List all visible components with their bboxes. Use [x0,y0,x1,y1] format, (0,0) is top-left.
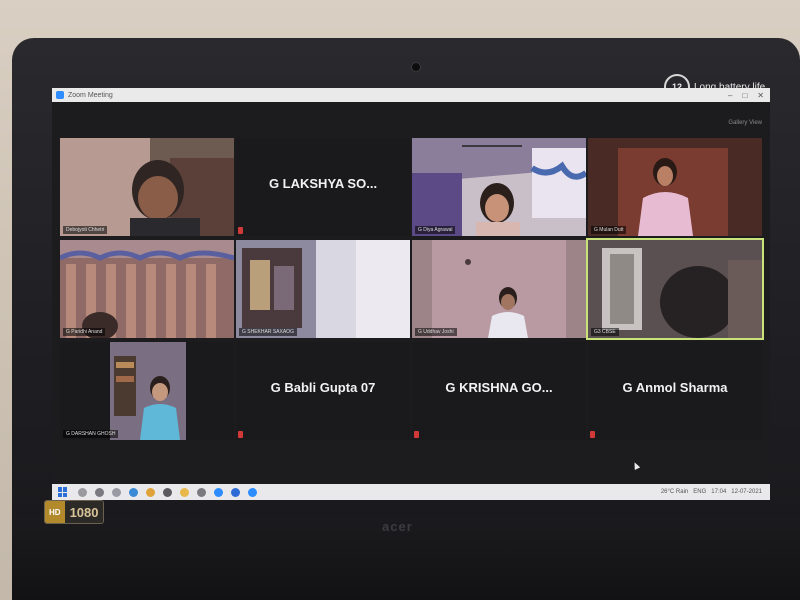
clock-time[interactable]: 17:04 [711,489,726,495]
participant-tile[interactable]: G Paridhi Anand [60,240,234,338]
zoom-taskbar-icon[interactable] [214,487,223,497]
participant-display-name: G Babli Gupta 07 [270,380,376,395]
clock-date[interactable]: 12-07-2021 [731,489,762,495]
gallery-view-button[interactable]: Gallery View [728,120,762,126]
participant-tile[interactable]: G Babli Gupta 07 [236,342,410,440]
window-title: Zoom Meeting [68,91,113,99]
close-icon[interactable]: ✕ [757,91,764,100]
participant-video [412,240,586,338]
muted-mic-icon [414,431,419,438]
participant-display-name: G KRISHNA GO... [445,380,553,395]
participant-name: Debojyoti Chhetri [63,226,108,234]
language-indicator[interactable]: ENG [693,489,706,495]
store-icon[interactable] [163,487,172,497]
participant-tile[interactable]: G DARSHAN GHOSH [60,342,234,440]
system-tray: 26°C Rain ENG 17:04 12-07-2021 [661,489,770,495]
participant-tile[interactable]: G Anmol Sharma [588,342,762,440]
muted-mic-icon [590,431,595,438]
folder-icon[interactable] [180,487,189,497]
hd-sticker: HD 1080 [44,500,105,524]
mail-icon[interactable] [197,487,206,497]
brand-logo: acer [382,519,413,534]
participant-tile[interactable]: G LAKSHYA SO... [236,138,410,236]
participant-video [588,138,762,236]
word-icon[interactable] [231,487,240,497]
window-titlebar: Zoom Meeting – □ ✕ [52,88,770,102]
meeting-taskbar-icon[interactable] [248,487,257,497]
participant-name: G Diya Agrawal [415,226,456,234]
edge-icon[interactable] [129,487,138,497]
hd-label: HD [45,501,65,523]
chrome-icon[interactable] [146,487,155,497]
minimize-icon[interactable]: – [728,91,732,100]
maximize-icon[interactable]: □ [742,91,747,100]
participant-video [588,240,762,338]
start-button[interactable] [58,487,68,497]
weather-text[interactable]: 26°C Rain [661,489,688,495]
participant-name: G DARSHAN GHOSH [63,430,119,438]
webcam [411,62,421,72]
participant-tile[interactable]: G Uddhav Joshi [412,240,586,338]
participant-display-name: G Anmol Sharma [622,380,728,395]
participant-grid: Debojyoti Chhetri G LAKSHYA SO... G Diya… [60,138,764,444]
participant-video [60,342,234,440]
participant-name: G SHEKHAR SAXAOG [239,328,297,336]
windows-taskbar: 26°C Rain ENG 17:04 12-07-2021 [52,484,770,500]
participant-name: G Mulan Dutt [591,226,627,234]
participant-video [412,138,586,236]
participant-tile[interactable]: G Diya Agrawal [412,138,586,236]
participant-tile[interactable]: Debojyoti Chhetri [60,138,234,236]
task-view-icon[interactable] [95,487,104,497]
laptop-screen: Zoom Meeting – □ ✕ Gallery View Debojyot… [52,88,770,500]
resolution-label: 1080 [64,501,104,523]
window-controls: – □ ✕ [728,91,770,100]
search-icon[interactable] [78,487,87,497]
participant-name: G Uddhav Joshi [415,328,457,336]
muted-mic-icon [238,431,243,438]
participant-name: G3 CBSE [591,328,619,336]
participant-name: G Paridhi Anand [63,328,106,336]
participant-video [60,138,234,236]
participant-tile[interactable]: G SHEKHAR SAXAOG [236,240,410,338]
zoom-icon [56,91,64,99]
participant-tile[interactable]: G KRISHNA GO... [412,342,586,440]
participant-video [236,240,410,338]
participant-tile[interactable]: G Mulan Dutt [588,138,762,236]
participant-display-name: G LAKSHYA SO... [268,176,378,191]
participant-video [60,240,234,338]
participant-tile-active-speaker[interactable]: G3 CBSE [586,238,764,340]
muted-mic-icon [238,227,243,234]
cortana-icon[interactable] [112,487,121,497]
